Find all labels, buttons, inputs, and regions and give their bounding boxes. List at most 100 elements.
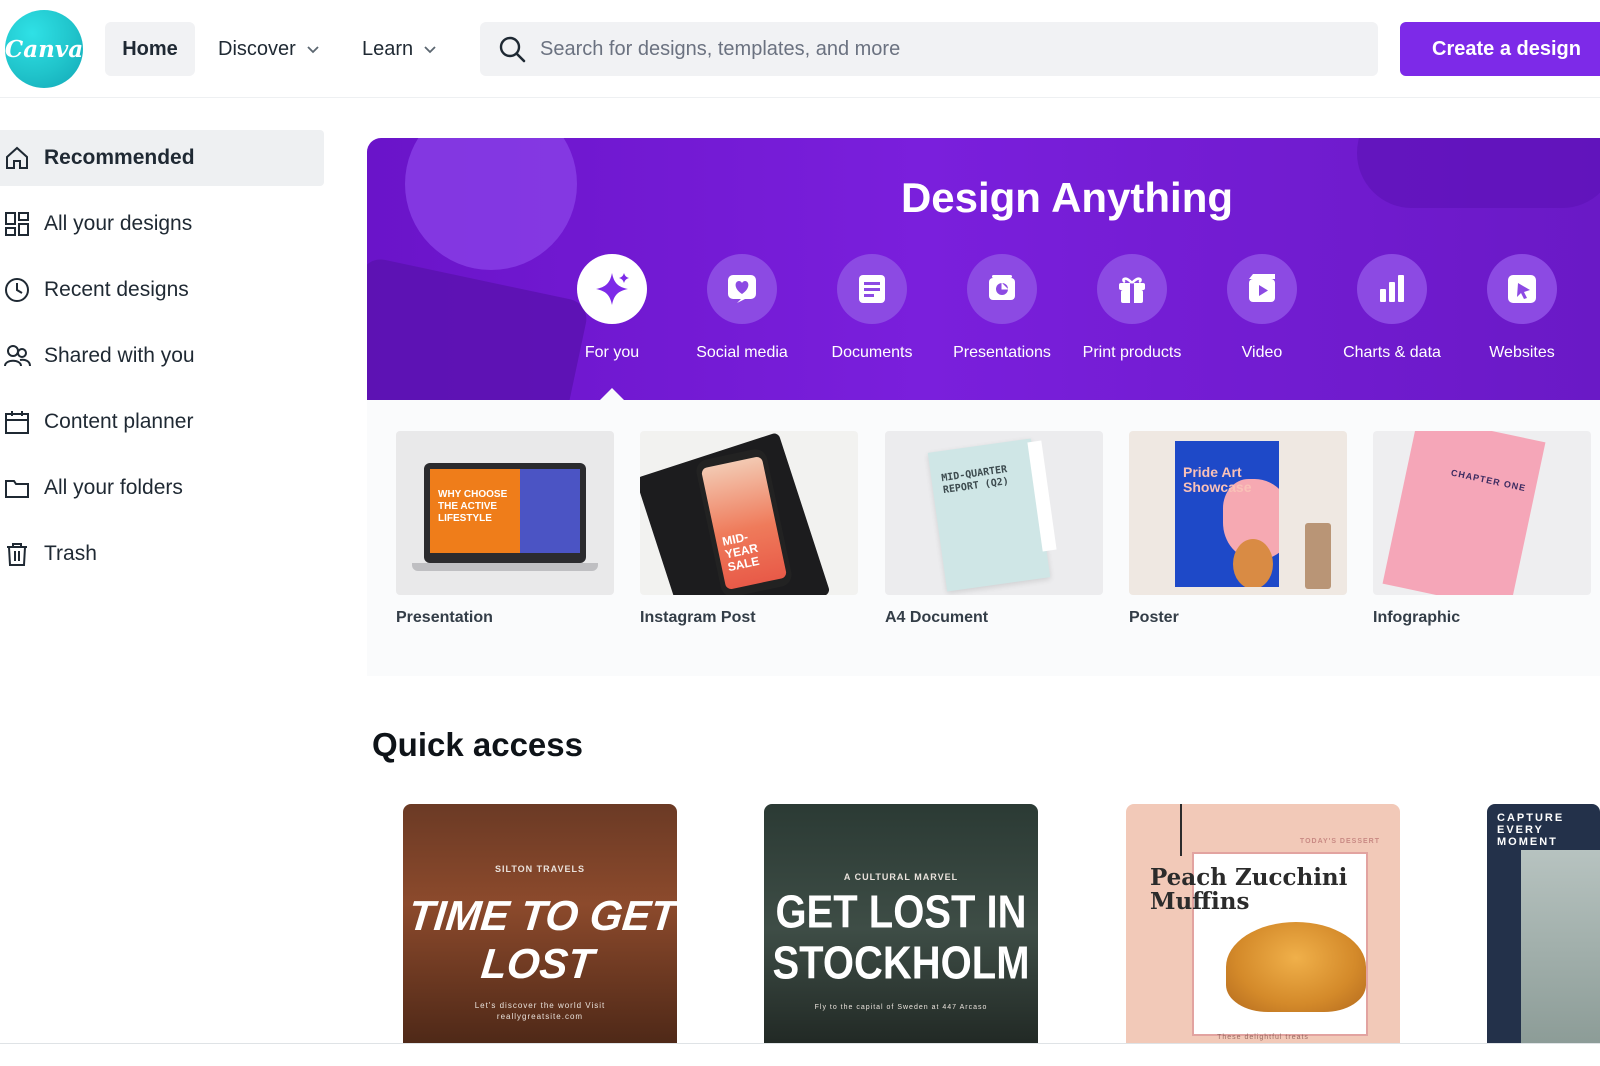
design-anything-banner: Design Anything For you Social media Doc… — [367, 138, 1600, 400]
quick-access-card[interactable]: SILTON TRAVELS TIME TO GET LOST Let's di… — [403, 804, 677, 1054]
category-video[interactable]: Video — [1197, 254, 1327, 362]
poster-thumbnail: Pride Art Showcase — [1129, 431, 1347, 595]
template-suggestions: WHY CHOOSE THE ACTIVE LIFESTYLE Presenta… — [367, 400, 1600, 676]
sidebar-item-recent-designs[interactable]: Recent designs — [0, 262, 324, 318]
template-label: A4 Document — [885, 609, 989, 626]
card-title: Peach Zucchini Muffins — [1150, 864, 1348, 915]
category-label: Print products — [1082, 344, 1182, 361]
category-presentations[interactable]: Presentations — [937, 254, 1067, 362]
top-bar: Canva Home Discover Learn Create a desig… — [0, 0, 1600, 98]
document-icon — [837, 254, 907, 324]
category-label: Social media — [696, 344, 788, 361]
template-a4-document[interactable]: MID-QUARTER REPORT (Q2) A4 Document — [885, 431, 1103, 627]
quick-access-heading: Quick access — [372, 726, 583, 763]
sidebar-item-label: Content planner — [44, 410, 194, 433]
hero-title: Design Anything — [900, 174, 1234, 221]
people-icon — [0, 339, 34, 373]
nav-discover[interactable]: Discover — [202, 22, 336, 76]
home-icon — [0, 141, 34, 175]
clock-icon — [0, 273, 34, 307]
card-footer: These delightful treats — [1217, 1034, 1309, 1041]
sidebar-item-label: Shared with you — [44, 344, 195, 367]
muffin-image — [1226, 922, 1366, 1012]
category-print-products[interactable]: Print products — [1067, 254, 1197, 362]
category-label: Documents — [831, 344, 913, 361]
category-label: For you — [584, 344, 640, 361]
template-infographic[interactable]: CHAPTER ONE Infographic — [1373, 431, 1591, 627]
logo-text: Canva — [4, 35, 84, 63]
video-icon — [1227, 254, 1297, 324]
sidebar-item-content-planner[interactable]: Content planner — [0, 394, 324, 450]
create-design-button[interactable]: Create a design — [1400, 22, 1600, 76]
search-bar — [480, 22, 1378, 76]
grid-icon — [0, 207, 34, 241]
card-kicker: SILTON TRAVELS — [494, 864, 585, 874]
category-label: Presentations — [953, 344, 1051, 361]
thumbnail-text: WHY CHOOSE THE ACTIVE LIFESTYLE — [438, 489, 508, 524]
folder-icon — [0, 471, 34, 505]
bottom-edge — [0, 1044, 1600, 1066]
create-design-label: Create a design — [1432, 37, 1581, 60]
card-footer: Let's discover the world Visit reallygre… — [474, 1001, 606, 1021]
sidebar-item-label: Trash — [44, 542, 97, 565]
category-websites[interactable]: Websites — [1457, 254, 1587, 362]
category-documents[interactable]: Documents — [807, 254, 937, 362]
template-label: Infographic — [1373, 609, 1461, 626]
sidebar-item-label: All your designs — [44, 212, 193, 235]
sidebar-item-label: All your folders — [44, 476, 183, 499]
sidebar-item-label: Recommended — [44, 146, 195, 169]
template-label: Instagram Post — [640, 609, 756, 626]
chevron-down-icon — [424, 46, 436, 54]
sidebar-item-all-designs[interactable]: All your designs — [0, 196, 324, 252]
category-social-media[interactable]: Social media — [677, 254, 807, 362]
nav-learn-label: Learn — [362, 37, 414, 60]
nav-home[interactable]: Home — [105, 22, 195, 76]
thumbnail-text: Pride Art Showcase — [1183, 464, 1252, 495]
card-kicker: TODAY'S DESSERT — [1299, 838, 1380, 845]
chevron-down-icon — [307, 46, 319, 54]
presentation-thumbnail: WHY CHOOSE THE ACTIVE LIFESTYLE — [396, 431, 614, 595]
template-poster[interactable]: Pride Art Showcase Poster — [1129, 431, 1347, 627]
sidebar-item-label: Recent designs — [44, 278, 189, 301]
search-input[interactable] — [540, 37, 1340, 61]
canva-logo[interactable]: Canva — [5, 10, 83, 88]
bar-chart-icon — [1357, 254, 1427, 324]
category-label: Websites — [1489, 344, 1555, 361]
category-label: Video — [1241, 344, 1283, 361]
card-title: GET LOST IN STOCKHOLM — [772, 887, 1030, 989]
sidebar-item-shared-with-you[interactable]: Shared with you — [0, 328, 324, 384]
nav-discover-label: Discover — [218, 37, 296, 60]
card-title: TIME TO GET LOST — [406, 892, 677, 987]
active-category-pointer — [600, 388, 624, 400]
search-icon — [499, 36, 526, 63]
card-kicker: A CULTURAL MARVEL — [843, 872, 959, 882]
a4-document-thumbnail: MID-QUARTER REPORT (Q2) — [885, 431, 1103, 595]
thumbnail-text: CHAPTER ONE — [1450, 467, 1528, 494]
category-charts-data[interactable]: Charts & data — [1327, 254, 1457, 362]
sidebar-item-trash[interactable]: Trash — [0, 526, 324, 582]
sidebar-item-recommended[interactable]: Recommended — [0, 130, 324, 186]
card-footer: Fly to the capital of Sweden at 447 Arca… — [814, 1004, 988, 1011]
sidebar-item-all-folders[interactable]: All your folders — [0, 460, 324, 516]
template-instagram-post[interactable]: MID-YEAR SALE Instagram Post — [640, 431, 858, 627]
template-label: Presentation — [396, 609, 493, 626]
quick-access-card[interactable]: TODAY'S DESSERT Peach Zucchini Muffins T… — [1126, 804, 1400, 1054]
quick-access-card[interactable]: CAPTURE EVERY MOMENT — [1487, 804, 1600, 1054]
trash-icon — [0, 537, 34, 571]
card-photo — [1521, 850, 1600, 1054]
gift-icon — [1097, 254, 1167, 324]
template-label: Poster — [1129, 609, 1179, 626]
template-presentation[interactable]: WHY CHOOSE THE ACTIVE LIFESTYLE Presenta… — [396, 431, 614, 627]
presentation-icon — [967, 254, 1037, 324]
quick-access-card[interactable]: A CULTURAL MARVEL GET LOST IN STOCKHOLM … — [764, 804, 1038, 1054]
sparkle-icon — [577, 254, 647, 324]
infographic-thumbnail: CHAPTER ONE — [1373, 431, 1591, 595]
nav-home-label: Home — [122, 37, 178, 60]
cursor-icon — [1487, 254, 1557, 324]
category-for-you[interactable]: For you — [547, 254, 677, 362]
heart-icon — [707, 254, 777, 324]
card-title: CAPTURE EVERY MOMENT — [1497, 812, 1565, 848]
thumbnail-text: MID-YEAR SALE — [721, 529, 761, 575]
category-label: Charts & data — [1343, 344, 1441, 361]
nav-learn[interactable]: Learn — [346, 22, 453, 76]
